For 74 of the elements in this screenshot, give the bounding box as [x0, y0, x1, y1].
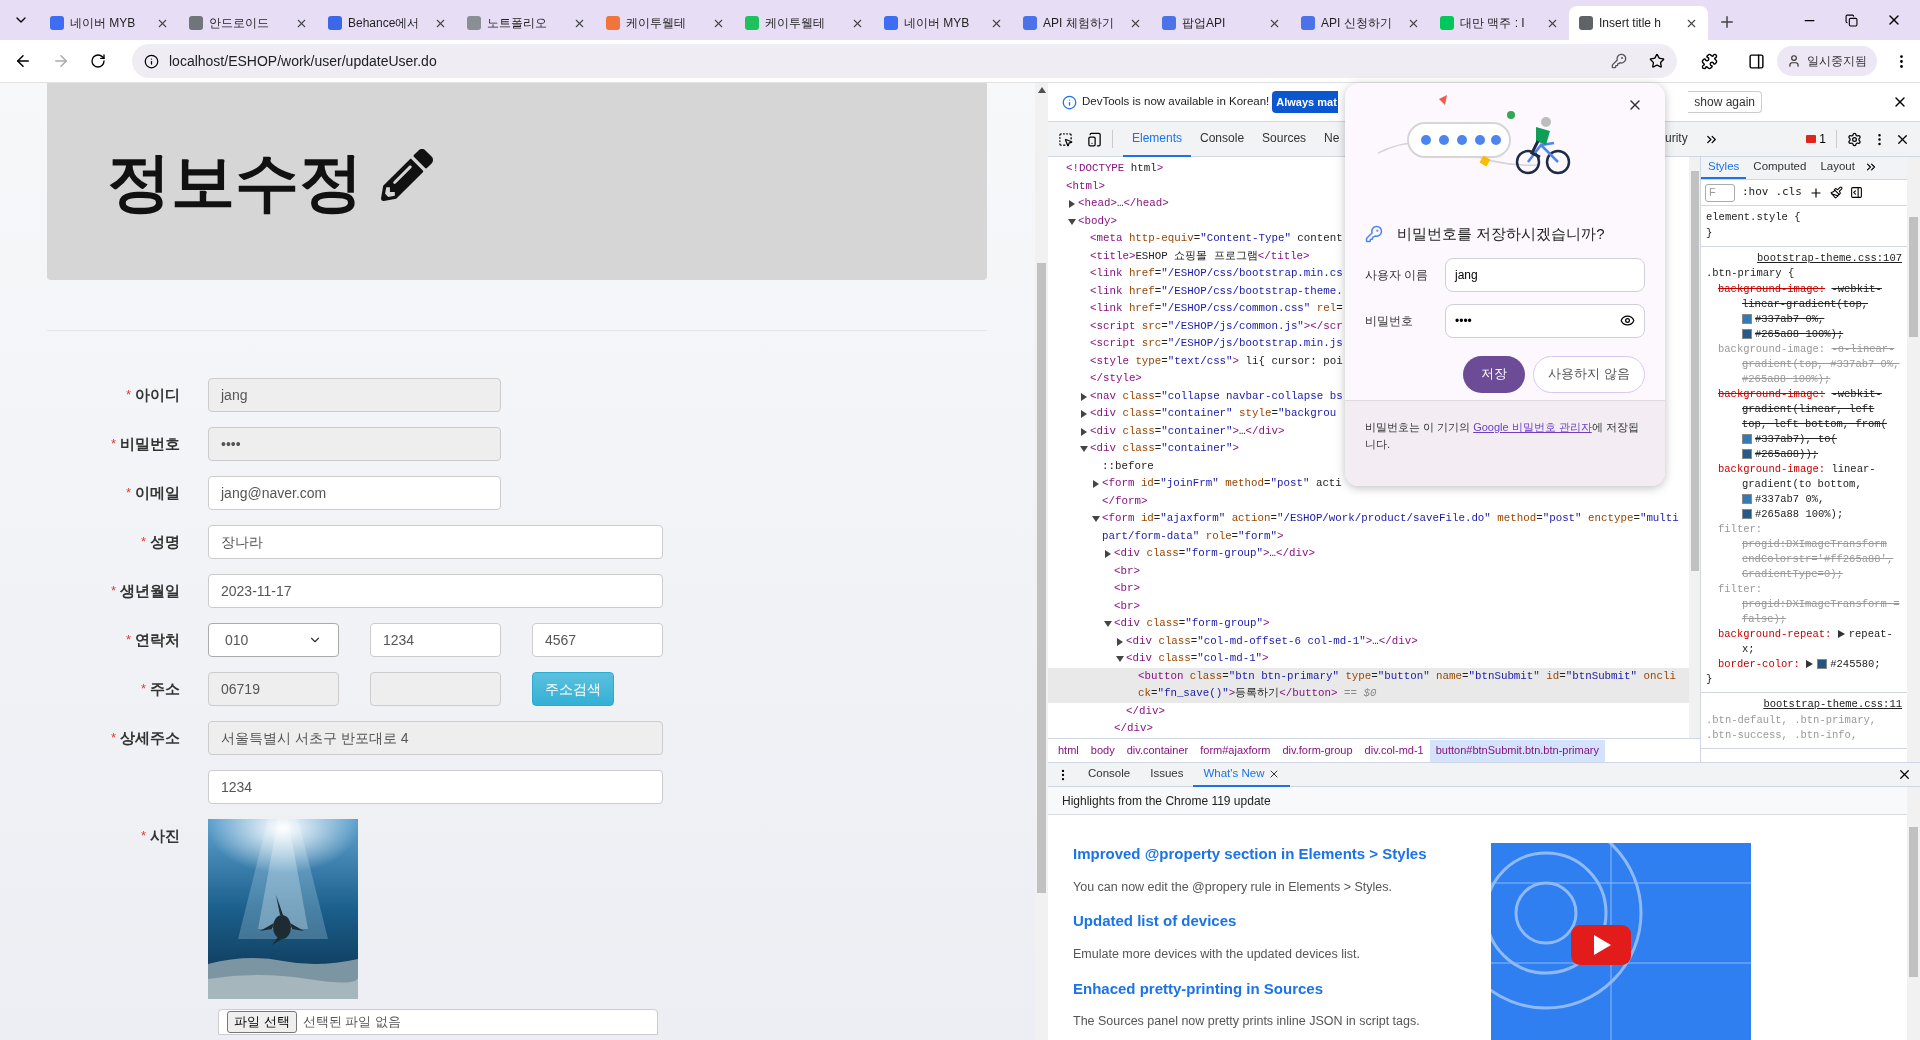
info-message: DevTools is now available in Korean!: [1082, 94, 1270, 110]
article-text: The Sources panel now pretty prints inline JSON in script tags.: [1073, 1013, 1421, 1030]
tab-title: 팝업API: [1182, 15, 1227, 32]
code-line: <body>: [1078, 213, 1118, 229]
tab-title: Behance에서: [348, 15, 421, 32]
required-mark: *: [125, 386, 131, 405]
file-status-text: 선택된 파일 없음: [302, 1013, 401, 1032]
field-label: 비밀번호: [120, 433, 180, 454]
code-line: <style type="text/css"> li{ cursor: poi: [1090, 353, 1344, 369]
required-mark: *: [125, 631, 131, 650]
required-mark: *: [110, 582, 116, 601]
code-line: <div class="container" style="backgrou: [1090, 406, 1338, 421]
tab-title: 대만 맥주 : I: [1460, 15, 1526, 32]
code-line: <link href="/ESHOP/css/common.css" rel=: [1090, 301, 1344, 316]
tab-title: Insert title h: [1599, 15, 1663, 32]
required-mark: *: [140, 680, 146, 699]
required-mark: *: [140, 827, 146, 846]
tab-title: 케이투웰테: [626, 15, 687, 32]
tab-title: 노트폴리오: [487, 15, 548, 32]
tab-title: 안드로이드: [209, 15, 270, 32]
required-mark: *: [110, 729, 116, 748]
dialog-title: 비밀번호를 저장하시겠습니까?: [1397, 224, 1605, 244]
code-line: <br>: [1114, 581, 1141, 596]
tab-title: 네이버 MYB: [70, 15, 137, 32]
code-line: <div class="container">: [1090, 441, 1241, 456]
code-line: <br>: [1114, 598, 1141, 614]
closing-brace: }: [1706, 225, 1714, 241]
code-line: </form>: [1102, 493, 1149, 509]
required-mark: *: [125, 484, 131, 503]
footer-note: 비밀번호는 이 기기의 Google 비밀번호 관리자에 저장됩니다.: [1365, 420, 1640, 452]
code-line: <title>ESHOP 쇼핑몰 프로그램</title>: [1090, 248, 1311, 264]
code-line: <!DOCTYPE html>: [1066, 161, 1165, 176]
tab-title: API 신청하기: [1321, 15, 1393, 32]
code-line: <nav class="collapse navbar-collapse bs: [1090, 388, 1344, 404]
code-line: <html>: [1066, 178, 1106, 194]
closing-brace: }: [1706, 672, 1714, 687]
url-text: localhost/ESHOP/work/user/updateUser.do: [169, 51, 438, 71]
code-line: ::before: [1102, 458, 1155, 474]
tab-title: API 체험하기: [1043, 15, 1115, 32]
field-label: 연락처: [135, 629, 180, 650]
code-line: <link href="/ESHOP/css/bootstrap-theme.: [1090, 283, 1344, 299]
code-line: <div class="container">…</div>: [1090, 423, 1286, 439]
field-label: 주소: [150, 678, 180, 699]
page-title: 정보수정: [107, 144, 363, 220]
code-line: <script src="/ESHOP/js/bootstrap.min.js: [1090, 336, 1344, 351]
whats-new-header: Highlights from the Chrome 119 update: [1048, 787, 1907, 815]
field-label: 생년월일: [120, 580, 180, 601]
code-line: <div class="form-group">…</div>: [1114, 546, 1316, 561]
field-label: 사진: [150, 825, 180, 846]
code-line: <div class="col-md-1">: [1126, 651, 1270, 666]
code-line: <div class="col-md-offset-6 col-md-1">…</div>: [1126, 633, 1419, 649]
code-line: </div>: [1114, 721, 1154, 736]
field-label: 성명: [150, 531, 180, 552]
article-text: Emulate more devices with the updated devices list.: [1073, 945, 1361, 963]
code-line: <br>: [1114, 563, 1141, 579]
required-mark: *: [110, 435, 116, 454]
field-label: 아이디: [135, 384, 180, 405]
field-label: 상세주소: [120, 727, 180, 748]
css-selector: .btn-default, .btn-primary, .btn-success, .btn-info,: [1706, 712, 1878, 744]
tab-title: 네이버 MYB: [904, 15, 971, 32]
css-selector: element.style {: [1706, 210, 1802, 225]
code-line: </div>: [1126, 703, 1166, 719]
username-label: 사용자 이름: [1365, 266, 1430, 284]
field-label: 이메일: [135, 482, 180, 503]
tab-title: 케이투웰테: [765, 15, 826, 32]
code-line: <form id="joinFrm" method="post" acti: [1102, 476, 1343, 491]
code-line: <button class="btn btn-primary" type="button" name="btnSubmit" id="btnSubmit" onclick="fn_save()">등록하기</button> == $0: [1138, 668, 1677, 701]
css-selector: .btn-primary {: [1706, 266, 1796, 282]
password-label: 비밀번호: [1365, 312, 1414, 330]
required-mark: *: [140, 533, 146, 552]
error-count: 1: [1819, 131, 1826, 148]
code-line: <div class="form-group">: [1114, 616, 1271, 631]
article-text: You can now edit the @propery rule in Elements > Styles.: [1073, 878, 1393, 896]
code-line: <head>…</head>: [1078, 196, 1170, 211]
